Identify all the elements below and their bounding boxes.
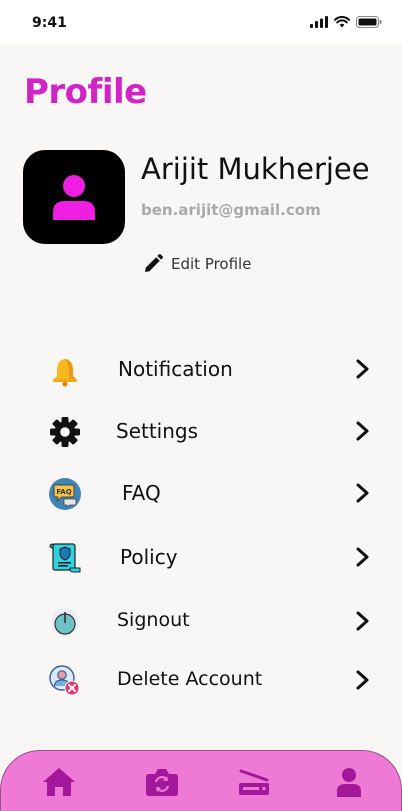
chevron-right-icon <box>356 421 369 441</box>
menu-item-label: Policy <box>120 545 178 569</box>
status-bar: 9:41 <box>0 0 402 44</box>
page-title: Profile <box>24 72 147 112</box>
scanner-icon <box>239 769 269 795</box>
delete-account-icon <box>48 664 82 698</box>
bell-icon <box>48 355 82 389</box>
menu-item-label: Settings <box>116 419 199 443</box>
menu-item-notification[interactable]: Notification <box>0 344 402 394</box>
battery-icon <box>356 16 382 28</box>
gear-icon <box>48 415 82 449</box>
nav-scanner[interactable] <box>236 765 272 799</box>
home-icon <box>43 768 75 796</box>
chevron-right-icon <box>356 670 369 690</box>
avatar[interactable] <box>23 150 125 244</box>
menu-item-label: Notification <box>118 357 233 381</box>
menu-item-label: Signout <box>117 609 190 631</box>
chevron-right-icon <box>356 483 369 503</box>
wifi-icon <box>334 16 350 28</box>
chevron-right-icon <box>356 547 369 567</box>
nav-camera[interactable] <box>144 765 180 799</box>
policy-icon <box>48 541 82 575</box>
nav-home[interactable] <box>41 765 77 799</box>
chevron-right-icon <box>356 611 369 631</box>
camera-icon <box>146 769 178 796</box>
power-icon <box>48 605 82 639</box>
user-avatar-icon <box>53 175 95 220</box>
pencil-icon <box>145 254 163 272</box>
status-time: 9:41 <box>32 15 67 31</box>
edit-profile-button[interactable]: Edit Profile <box>143 254 251 274</box>
menu-item-signout[interactable]: Signout <box>0 596 402 646</box>
bottom-nav <box>0 750 402 811</box>
chevron-right-icon <box>356 359 369 379</box>
menu-item-delete-account[interactable]: Delete Account <box>0 655 402 705</box>
faq-icon: FAQ <box>48 477 82 511</box>
menu-item-label: Delete Account <box>117 668 263 690</box>
menu-item-settings[interactable]: Settings <box>0 406 402 456</box>
edit-profile-label: Edit Profile <box>171 255 252 273</box>
user-name: Arijit Mukherjee <box>141 152 370 186</box>
user-email: ben.arijit@gmail.com <box>141 201 321 219</box>
signal-icon <box>310 16 328 28</box>
menu-item-label: FAQ <box>122 481 161 505</box>
menu-item-faq[interactable]: FAQ FAQ <box>0 468 402 518</box>
nav-profile[interactable] <box>331 765 367 799</box>
person-icon <box>337 768 361 797</box>
menu-item-policy[interactable]: Policy <box>0 532 402 582</box>
status-icons <box>310 16 382 28</box>
svg-text:FAQ: FAQ <box>56 488 71 496</box>
